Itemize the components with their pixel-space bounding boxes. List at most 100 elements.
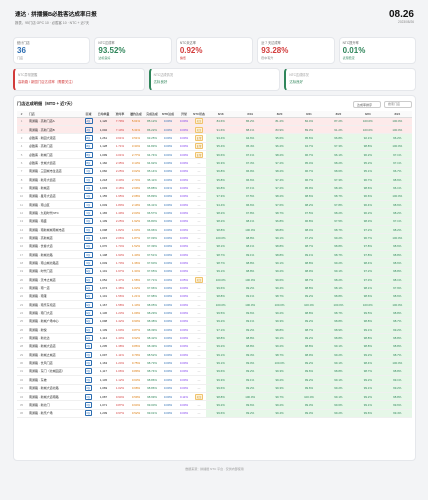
daily-rate-cell: 98.8% <box>353 317 383 327</box>
region-cell: C区 <box>82 208 95 218</box>
table-row[interactable]: 6 必胜客 · 长城大街店 B区 1,160 2.35% 3.13% 94.92% 0.00%… <box>17 158 412 168</box>
store-name[interactable]: 必胜客 · 新园大观店 <box>26 133 82 143</box>
store-name[interactable]: 南通路 · 东门（北城园店） <box>26 367 82 377</box>
table-row[interactable]: 32 南通路 · 东坡 F区 1,145 1.12% 0.63% 98.86% 0.00% 0.… <box>17 375 412 385</box>
store-name[interactable]: 南通路 · 新城广场中心 <box>26 317 82 327</box>
store-name[interactable]: 南通路 · 天丰之城店 <box>26 275 82 285</box>
store-name[interactable]: 南通路 · 三园城市生活店 <box>26 167 82 176</box>
table-row[interactable]: 26 南通路 · 新悦 E区 1,109 1.60% 0.87% 98.39% 0.00% 0.… <box>17 325 412 335</box>
store-name[interactable]: 必胜客 · 长城大街店 <box>26 158 82 168</box>
store-name[interactable]: 南通路 · 时代门店 <box>26 267 82 277</box>
metric-cell: 2.25% <box>112 217 128 226</box>
table-row[interactable]: 21 南通路 · 南一店 E区 1,074 1.38% 1.02% 97.96% 0.00% 0… <box>17 283 412 293</box>
table-row[interactable]: 15 南通路 · 高新城店 D区 1,015 2.06% 1.87% 97.09% 0.00%… <box>17 233 412 243</box>
store-name[interactable]: 南通路 · 长春大道 <box>26 242 82 252</box>
store-name[interactable]: 南通路 · 九和时代NTC <box>26 208 82 218</box>
metric-cell: 2.77% <box>128 150 144 160</box>
table-row[interactable]: 29 南通路 · 新城之城店 F区 1,097 1.11% 0.79% 98.52% 0.00… <box>17 350 412 360</box>
table-row[interactable]: 34 南通路 · 新城大道南路 F区 1,087 0.94% 0.59% 98.99% 0.0… <box>17 392 412 402</box>
store-name[interactable]: 南通路 · 长风门店 <box>26 358 82 368</box>
store-name[interactable]: 南通路 · 南山城北路店 <box>26 258 82 268</box>
row-index: 29 <box>17 350 26 360</box>
table-row[interactable]: 1 南通路 · 高新门店A A区 1,120 7.79% 5.61% 85.12% 0.00%… <box>17 117 412 126</box>
table-row[interactable]: 5 必胜客 · 新城门店 B区 1,099 4.01% 2.77% 94.74% 0.04% 0… <box>17 150 412 160</box>
metric-cell: 0.00% <box>160 333 176 343</box>
daily-rate-cell: 98.8% <box>235 233 265 243</box>
table-row[interactable]: 7 南通路 · 三园城市生活店 C区 1,060 2.25% 3.02% 95.14% 0.0… <box>17 167 412 176</box>
sort-select[interactable]: 达成率排序 <box>353 100 381 108</box>
daily-rate-cell: 97.5% <box>294 208 324 218</box>
store-name[interactable]: 南通路 · 南新城城南城市店 <box>26 225 82 235</box>
store-name[interactable]: 必胜客 · 高新门店 <box>26 142 82 151</box>
store-name[interactable]: 必胜客 · 新城门店 <box>26 150 82 160</box>
kpi-label: NTC未达率 <box>179 41 196 45</box>
table-row[interactable]: 19 南通路 · 时代门店 E区 1,101 1.67% 1.34% 97.65% 0.00%… <box>17 267 412 277</box>
table-row[interactable]: 31 南通路 · 东门（北城园店） F区 1,117 1.06% 0.89% 98.74% 0… <box>17 367 412 377</box>
store-name[interactable]: 南通路 · 南山区 <box>26 200 82 210</box>
table-row[interactable]: 35 南通路 · 新北门 F区 1,071 0.87% 0.64% 99.00% 0.00% 0… <box>17 400 412 410</box>
table-row[interactable]: 8 南通路 · 新月大街店 C区 1,218 3.40% 2.74% 95.11% 0.00%… <box>17 175 412 185</box>
store-name[interactable]: 南通路 · 新城北路 <box>26 250 82 260</box>
store-name[interactable]: 南通路 · 新城大道南路 <box>26 392 82 402</box>
table-row[interactable]: 24 南通路 · 南门大店 E区 1,136 1.23% 1.09% 98.29% 0.00%… <box>17 308 412 318</box>
store-name[interactable]: 南通路 · 新北达 <box>26 333 82 343</box>
metric-cell: 0.68% <box>128 384 144 393</box>
store-name[interactable]: 南通路 · 新城大道店 <box>26 342 82 352</box>
metric-cell: 1,109 <box>95 325 112 335</box>
table-row[interactable]: 17 南通路 · 新城北路 D区 1,108 1.93% 1.40% 97.51% 0.00%… <box>17 250 412 260</box>
table-row[interactable]: 14 南通路 · 南新城城南城市店 D区 1,098 1.82% 1.63% 96.96% 0… <box>17 225 412 235</box>
store-name[interactable]: 南通路 · 高新门店A <box>26 117 82 126</box>
table-row[interactable]: 20 南通路 · 天丰之城店 E区 1,052 1.47% 1.58% 97.71% 0.00… <box>17 275 412 285</box>
store-name[interactable]: 南通路 · 新北门 <box>26 400 82 410</box>
table-row[interactable]: 13 南通路 · 南盛 D区 1,109 2.25% 1.92% 96.80% 0.00% 0.… <box>17 217 412 226</box>
table-row[interactable]: 28 南通路 · 新城大道店 F区 1,205 1.38% 0.86% 98.49% 0.00… <box>17 342 412 352</box>
store-name[interactable]: 南通路 · 南乐东坝店 <box>26 300 82 310</box>
table-row[interactable]: 12 南通路 · 九和时代NTC C区 1,165 1.49% 2.03% 96.57% 0.… <box>17 208 412 218</box>
metric-cell: 1.92% <box>128 217 144 226</box>
table-row[interactable]: 36 南通路 · 新乐广场 F区 1,209 0.97% 0.52% 99.01% 0.00%… <box>17 409 412 418</box>
store-name[interactable]: 南通路 · 南盛 <box>26 217 82 226</box>
store-name[interactable]: 南通路 · 新城店 <box>26 183 82 193</box>
table-row[interactable]: 23 南通路 · 南乐东坝店 E区 1,167 1.58% 1.10% 98.05% 0.00… <box>17 300 412 310</box>
store-name[interactable]: 南通路 · 南一店 <box>26 283 82 293</box>
table-row[interactable]: 30 南通路 · 长风门店 F区 1,163 1.24% 0.75% 98.73% 0.00%… <box>17 358 412 368</box>
store-name[interactable]: 南通路 · 新月大街店 <box>26 175 82 185</box>
store-name[interactable]: 南通路 · 新城大道北路 <box>26 384 82 393</box>
store-name[interactable]: 南通路 · 高新门店B <box>26 125 82 135</box>
table-row[interactable]: 10 南通路 · 星月大道店 C区 1,155 1.95% 2.08% 95.89% 0.00… <box>17 192 412 201</box>
daily-rate-cell: 98.6% <box>382 175 412 185</box>
metric-cell: 0.00% <box>176 258 192 268</box>
table-row[interactable]: 4 必胜客 · 高新门店 B区 1,128 1.71% 3.34% 94.83% 0.00% 0… <box>17 142 412 151</box>
daily-rate-cell: 100.0% <box>206 275 236 285</box>
status-badge: — <box>197 327 201 332</box>
table-row[interactable]: 18 南通路 · 南山城北路店 D区 1,049 1.70% 1.36% 97.60% 0.0… <box>17 258 412 268</box>
metric-cell: 0.52% <box>128 409 144 418</box>
table-row[interactable]: 27 南通路 · 新北达 E区 1,114 1.40% 0.92% 98.42% 0.00% 0… <box>17 333 412 343</box>
status-badge: 正常 <box>194 134 204 141</box>
table-row[interactable]: 2 南通路 · 高新门店B A区 1,002 7.10% 5.31% 86.22% 0.00%… <box>17 125 412 135</box>
search-input[interactable] <box>384 100 412 108</box>
store-name[interactable]: 南通路 · 高新城店 <box>26 233 82 243</box>
store-name[interactable]: 南通路 · 东坡 <box>26 375 82 385</box>
store-name[interactable]: 南通路 · 新乐广场 <box>26 409 82 418</box>
status-badge: — <box>197 336 201 341</box>
store-name[interactable]: 南通路 · 新城之城店 <box>26 350 82 360</box>
table-row[interactable]: 16 南通路 · 长春大道 D区 1,070 1.74% 1.52% 97.39% 0.00%… <box>17 242 412 252</box>
metric-cell: 96.80% <box>144 217 160 226</box>
metric-cell: 0.00% <box>176 183 192 193</box>
store-name[interactable]: 南通路 · 星月大道店 <box>26 192 82 201</box>
table-row[interactable]: 25 南通路 · 新城广场中心 E区 1,098 1.42% 0.90% 98.38% 0.0… <box>17 317 412 327</box>
store-name[interactable]: 南通路 · 南港 <box>26 292 82 302</box>
table-row[interactable]: 33 南通路 · 新城大道北路 F区 1,069 1.02% 0.68% 98.86% 0.0… <box>17 384 412 393</box>
table-row[interactable]: 22 南通路 · 南港 E区 1,101 1.56% 1.21% 97.98% 0.00% 0.… <box>17 292 412 302</box>
store-name[interactable]: 南通路 · 南门大店 <box>26 308 82 318</box>
table-row[interactable]: 9 南通路 · 新城店 C区 1,003 3.18% 2.69% 95.88% 0.01% 0.… <box>17 183 412 193</box>
metric-cell: 85.12% <box>144 117 160 126</box>
metric-cell: 2.03% <box>128 208 144 218</box>
table-row[interactable]: 11 南通路 · 南山区 C区 1,049 1.80% 2.19% 96.41% 0.00% 0… <box>17 200 412 210</box>
store-name[interactable]: 南通路 · 新悦 <box>26 325 82 335</box>
status-cell: — <box>192 242 206 252</box>
daily-rate-cell: 100.0% <box>294 300 324 310</box>
region-badge: C区 <box>84 176 93 183</box>
table-row[interactable]: 3 必胜客 · 新园大观店 B区 1,261 3.61% 3.51% 93.25% 0.00%… <box>17 133 412 143</box>
